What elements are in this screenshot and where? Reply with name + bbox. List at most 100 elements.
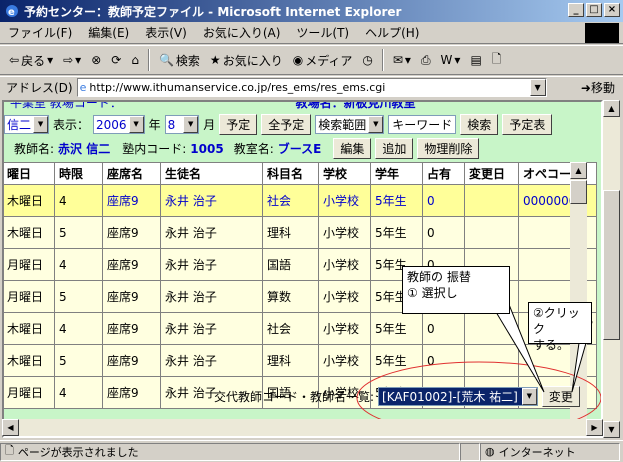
back-arrow-icon: ⇦ — [9, 53, 20, 67]
table-cell: 算数 — [262, 280, 319, 313]
teacher-code: 1005 — [190, 141, 224, 156]
close-button[interactable]: × — [604, 3, 620, 17]
search-label: 検索 — [175, 53, 200, 68]
table-cell: 木曜日 — [4, 216, 55, 249]
scroll-up-icon[interactable]: ▲ — [570, 162, 587, 179]
classroom-name: 教場名：新板見川教室 — [295, 100, 416, 110]
chevron-down-icon: ▼ — [128, 116, 144, 133]
forward-button[interactable]: ⇨ ▾ — [60, 53, 84, 67]
teacher-select[interactable]: 信二 ▼ — [4, 115, 50, 134]
media-button[interactable]: ◉ メディア — [290, 52, 356, 69]
page-horizontal-scrollbar[interactable]: ◀ ▶ — [2, 419, 603, 436]
table-cell: 座席9 — [102, 312, 161, 345]
edit-teacher-button[interactable]: 編集 — [333, 138, 372, 159]
table-cell: 永井 治子 — [160, 216, 263, 249]
search-submit-button[interactable]: 検索 — [460, 114, 499, 135]
room-label: 教室名: — [233, 142, 274, 156]
col-seat: 座席名 — [102, 162, 161, 185]
display-label: 表示： — [53, 118, 90, 132]
title-bar: e 予約センター：教師予定ファイル - Microsoft Internet E… — [0, 0, 623, 22]
toolbar: ⇦ 戻る ▾ ⇨ ▾ ⊗ ⟳ ⌂ 🔍 検索 ★ お気に入り ◉ メディア ◷ ✉ ▾ ⎙… — [0, 45, 623, 75]
col-subject: 科目名 — [262, 162, 319, 185]
room-info: 室名：平業室 教場コード： — [4, 100, 122, 110]
page-vertical-scrollbar[interactable]: ▲ ▼ — [603, 100, 620, 438]
table-cell: 4 — [54, 184, 103, 217]
address-dropdown-icon[interactable]: ▼ — [529, 79, 546, 96]
menu-file[interactable]: ファイル(F) — [0, 24, 80, 41]
horizontal-scroll-track[interactable] — [19, 419, 586, 436]
favorites-icon: ★ — [209, 53, 221, 67]
address-input[interactable]: e http://www.ithumanservice.co.jp/res_em… — [76, 78, 547, 97]
back-label: 戻る — [21, 53, 46, 68]
physical-delete-button[interactable]: 物理削除 — [417, 138, 480, 159]
back-button[interactable]: ⇦ 戻る ▾ — [6, 52, 56, 69]
teacher-name: 赤沢 信二 — [58, 142, 111, 156]
schedule-button[interactable]: 予定表 — [502, 114, 553, 135]
stop-button[interactable]: ⊗ — [88, 53, 104, 67]
home-button[interactable]: ⌂ — [128, 53, 142, 67]
minimize-button[interactable]: _ — [568, 3, 584, 17]
print-button[interactable]: ⎙ — [418, 53, 434, 68]
print-icon: ⎙ — [420, 52, 431, 67]
discuss-button[interactable]: ▤ — [467, 53, 484, 67]
messenger-button[interactable]: 🗋 — [489, 50, 505, 71]
scroll-up-icon[interactable]: ▲ — [603, 100, 620, 117]
table-cell: 月曜日 — [4, 376, 55, 409]
table-cell: 5 — [54, 280, 103, 313]
teacher-code-label: 塾内コード: — [122, 142, 187, 156]
menu-view[interactable]: 表示(V) — [137, 24, 195, 41]
month-select[interactable]: 8 ▼ — [164, 115, 200, 134]
favorites-label: お気に入り — [222, 53, 283, 68]
table-cell: 理科 — [262, 216, 319, 249]
media-label: メディア — [305, 53, 353, 68]
table-scroll-thumb[interactable] — [570, 180, 587, 204]
refresh-button[interactable]: ⟳ — [108, 53, 124, 67]
plan-button[interactable]: 予定 — [219, 114, 258, 135]
callout-2-line-2: する。 — [533, 338, 570, 352]
table-cell: 小学校 — [318, 280, 371, 313]
year-select[interactable]: 2006 ▼ — [93, 115, 145, 134]
scroll-right-icon[interactable]: ▶ — [586, 419, 603, 436]
search-button[interactable]: 🔍 検索 — [156, 52, 203, 69]
page-scroll-thumb[interactable] — [603, 190, 620, 340]
callout-click-change: ②クリック する。 — [528, 302, 592, 352]
col-change-date: 変更日 — [464, 162, 519, 185]
add-button[interactable]: 追加 — [375, 138, 414, 159]
table-cell: 0 — [422, 216, 465, 249]
col-occupied: 占有 — [422, 162, 465, 185]
menu-tools[interactable]: ツール(T) — [288, 24, 357, 41]
page-icon: e — [79, 81, 87, 94]
table-cell: 永井 治子 — [160, 344, 263, 377]
scroll-left-icon[interactable]: ◀ — [2, 419, 19, 436]
table-cell: 5年生 — [370, 216, 423, 249]
edit-button[interactable]: W ▾ — [438, 53, 464, 67]
keyword-input[interactable]: キーワード — [388, 115, 457, 134]
menu-edit[interactable]: 編集(E) — [80, 24, 137, 41]
scroll-down-icon[interactable]: ▼ — [603, 421, 620, 438]
table-cell: 座席9 — [102, 280, 161, 313]
address-bar: アドレス(D) e http://www.ithumanservice.co.j… — [0, 76, 623, 98]
favorites-button[interactable]: ★ お気に入り — [207, 52, 286, 69]
zone-segment: ◍ インターネット — [480, 442, 620, 461]
callout-1-line-1: 教師の 振替 — [407, 270, 471, 284]
table-cell: 社会 — [262, 184, 319, 217]
menu-help[interactable]: ヘルプ(H) — [357, 24, 427, 41]
search-range-value: 検索範囲 — [318, 118, 367, 132]
year-label: 年 — [148, 118, 161, 132]
menu-favorites[interactable]: お気に入り(A) — [195, 24, 289, 41]
table-cell: 木曜日 — [4, 312, 55, 345]
table-row[interactable]: 木曜日 4 座席9 永井 治子 社会 小学校 5年生 0 00000000 — [4, 184, 597, 217]
page-header-row: 室名：平業室 教場コード： 教場名：新板見川教室 — [4, 100, 416, 111]
history-button[interactable]: ◷ — [359, 53, 375, 67]
go-button[interactable]: ➜移動 — [581, 79, 623, 96]
table-row[interactable]: 木曜日 5 座席9 永井 治子 理科 小学校 5年生 0 — [4, 216, 597, 249]
month-value: 8 — [167, 117, 176, 132]
home-icon: ⌂ — [131, 53, 139, 67]
search-range-select[interactable]: 検索範囲 ▼ — [315, 115, 385, 134]
mail-button[interactable]: ✉ ▾ — [390, 53, 414, 67]
search-icon: 🔍 — [158, 53, 174, 67]
col-weekday: 曜日 — [4, 162, 55, 185]
all-plan-button[interactable]: 全予定 — [261, 114, 312, 135]
maximize-button[interactable]: □ — [586, 3, 602, 17]
media-icon: ◉ — [292, 53, 304, 67]
